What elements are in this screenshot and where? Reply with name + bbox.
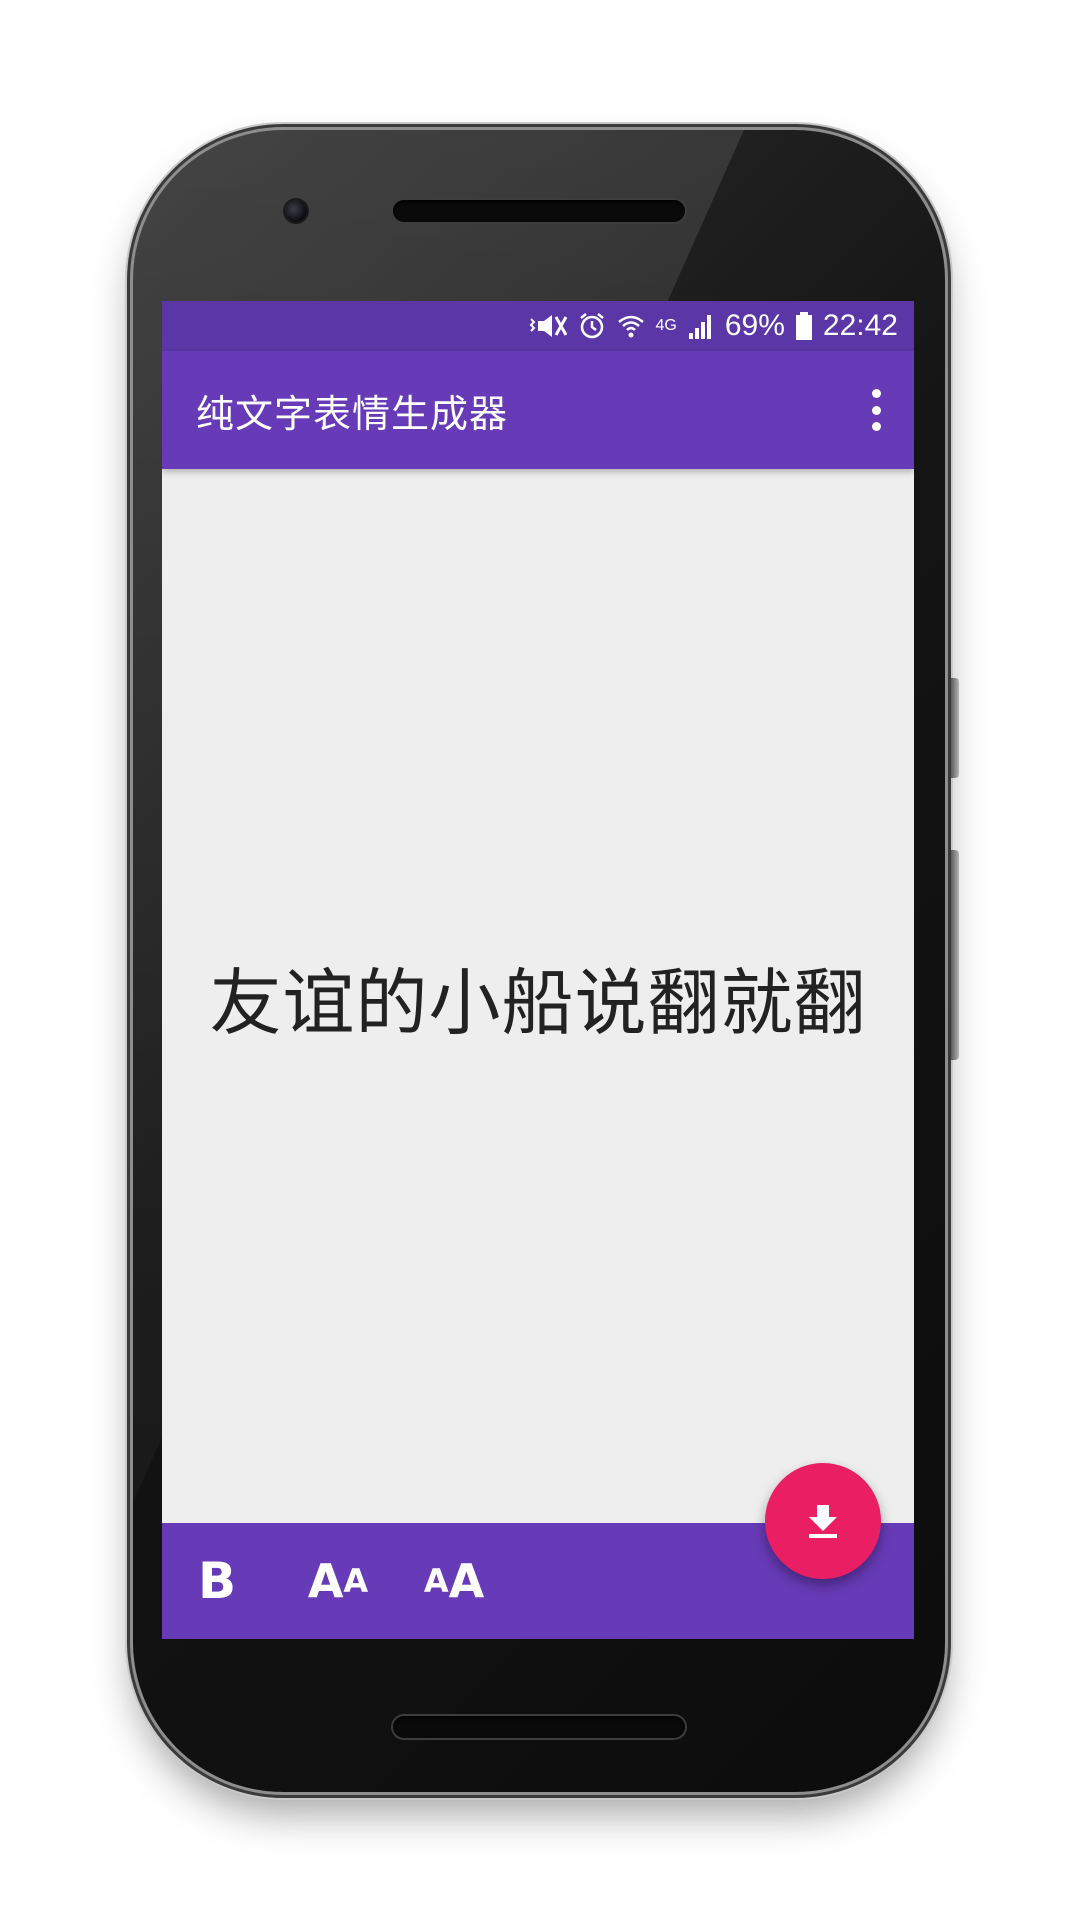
menu-dot bbox=[871, 422, 881, 431]
bold-label: B bbox=[198, 1552, 237, 1610]
app-title: 纯文字表情生成器 bbox=[196, 391, 509, 436]
screen: 4G 69% 22:42 纯文字表情生成器 友谊的小船说翻就翻 B A A A … bbox=[162, 301, 914, 1639]
decrease-size-big-a: A bbox=[307, 1554, 344, 1608]
status-bar: 4G 69% 22:42 bbox=[162, 301, 914, 351]
power-button bbox=[951, 678, 959, 778]
meme-text[interactable]: 友谊的小船说翻就翻 bbox=[209, 944, 866, 1049]
decrease-size-small-a: A bbox=[343, 1562, 369, 1600]
meme-canvas[interactable]: 友谊的小船说翻就翻 bbox=[162, 469, 914, 1523]
status-icons: 4G 69% 22:42 bbox=[528, 309, 898, 343]
front-camera bbox=[285, 200, 307, 222]
network-type-label: 4G bbox=[655, 317, 677, 334]
app-bar: 纯文字表情生成器 bbox=[162, 351, 914, 469]
increase-size-big-a: A bbox=[448, 1554, 485, 1608]
menu-dot bbox=[871, 389, 881, 398]
battery-icon bbox=[795, 312, 812, 340]
overflow-menu-icon[interactable] bbox=[864, 389, 888, 431]
bottom-speaker bbox=[393, 1716, 685, 1738]
increase-size-button[interactable]: AA bbox=[396, 1523, 512, 1639]
signal-icon bbox=[688, 315, 711, 339]
download-icon bbox=[809, 1505, 837, 1538]
increase-size-small-a: A bbox=[423, 1562, 449, 1600]
earpiece-speaker bbox=[393, 200, 685, 222]
clock: 22:42 bbox=[822, 309, 898, 342]
bold-button[interactable]: B bbox=[198, 1523, 280, 1639]
volume-button bbox=[951, 850, 959, 1060]
menu-dot bbox=[871, 405, 881, 415]
decrease-size-button[interactable]: AA bbox=[280, 1523, 396, 1639]
vibrate-mute-icon bbox=[529, 315, 567, 337]
wifi-icon bbox=[617, 315, 644, 338]
download-button[interactable] bbox=[765, 1463, 881, 1579]
battery-percent: 69% bbox=[724, 309, 785, 342]
alarm-icon bbox=[579, 313, 604, 339]
